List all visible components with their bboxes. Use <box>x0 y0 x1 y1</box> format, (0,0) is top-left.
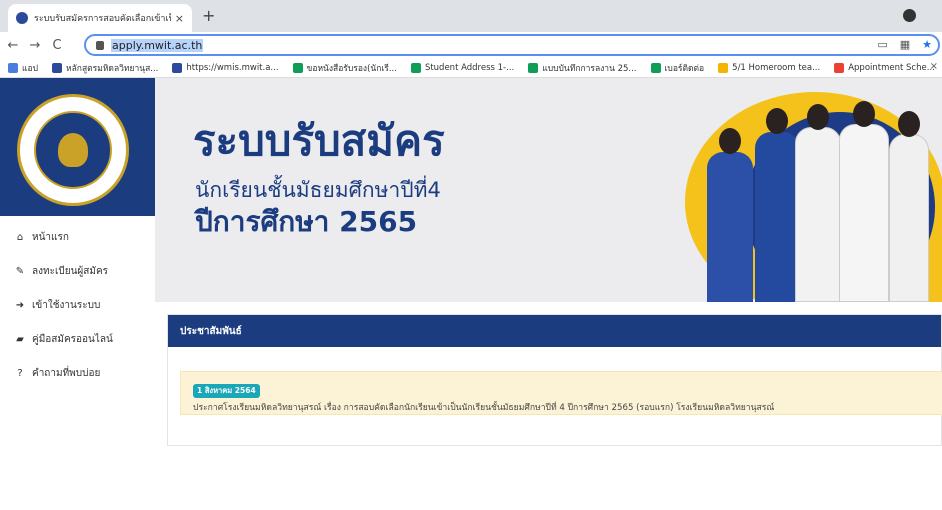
banner-subtitle-year: ปีการศึกษา 2565 <box>195 205 418 238</box>
sidebar-item-label: เข้าใช้งานระบบ <box>32 299 101 311</box>
cast-icon[interactable]: ▭ <box>877 38 887 51</box>
school-seal-logo[interactable] <box>17 94 129 206</box>
sidebar-item-5[interactable]: ? คำถามที่พบบ่อย <box>0 356 155 390</box>
bookmark-item[interactable]: https://wmis.mwit.a... <box>172 62 279 73</box>
bookmark-label: เบอร์ติดต่อ <box>664 63 705 74</box>
bookmarks-bar: แอป หลักสูตรมหิดลวิทยานุส... https://wmis.… <box>0 58 942 78</box>
new-tab-button[interactable]: + <box>202 6 215 25</box>
sidebar-item-1[interactable]: ⌂ หน้าแรก <box>0 220 155 254</box>
bookmark-item[interactable]: 5/1 Homeroom tea... <box>718 62 821 73</box>
sidebar-item-label: ลงทะเบียนผู้สมัคร <box>32 265 109 277</box>
book-icon: ▰ <box>16 333 24 345</box>
date-badge: 1 สิงหาคม 2564 <box>193 384 260 398</box>
bookmark-icon <box>51 62 62 73</box>
browser-tab[interactable]: ระบบรับสมัครการสอบคัดเลือกเข้าเป็นนั × <box>8 4 192 32</box>
qr-code-icon[interactable]: ▦ <box>900 38 910 51</box>
announcements-heading: ประชาสัมพันธ์ <box>168 315 941 347</box>
bookmark-label: ขอหนังสือรับรอง(นักเรี... <box>306 63 397 74</box>
announcement-item[interactable]: 1 สิงหาคม 2564 ประกาศโรงเรียนมหิดลวิทยาน… <box>180 371 942 415</box>
sign-in-icon: ➜ <box>15 299 25 311</box>
banner-title: ระบบรับสมัคร <box>193 116 445 165</box>
hero-banner: ระบบรับสมัคร นักเรียนชั้นมัธยมศึกษาปีที่… <box>155 78 942 302</box>
address-bar[interactable]: apply.mwit.ac.th ▭ ▦ ★ <box>84 34 940 56</box>
tab-bar: ระบบรับสมัครการสอบคัดเลือกเข้าเป็นนั × + <box>0 0 942 32</box>
bookmark-label: Appointment Sche... <box>848 62 935 73</box>
bookmark-icon <box>718 62 729 73</box>
tab-title: ระบบรับสมัครการสอบคัดเลือกเข้าเป็นนั <box>34 14 171 24</box>
announcement-link[interactable]: ประกาศโรงเรียนมหิดลวิทยานุสรณ์ เรื่อง กา… <box>193 400 930 414</box>
bookmark-item[interactable]: หลักสูตรมหิดลวิทยานุส... <box>51 61 159 75</box>
reload-button[interactable]: C <box>48 38 66 53</box>
mwit-favicon-icon <box>16 12 28 24</box>
pencil-icon: ✎ <box>15 265 25 277</box>
lock-icon <box>96 40 104 50</box>
bookmark-item[interactable]: Appointment Sche... <box>834 62 935 73</box>
tab-close-icon[interactable]: × <box>175 12 184 25</box>
bookmark-label: Student Address 1-... <box>424 62 515 73</box>
announcements-panel: ประชาสัมพันธ์ 1 สิงหาคม 2564 ประกาศโรงเร… <box>167 314 942 446</box>
bookmark-label: https://wmis.mwit.a... <box>186 62 279 73</box>
bookmark-icon <box>528 62 539 73</box>
bookmark-label: 5/1 Homeroom tea... <box>732 62 821 73</box>
bookmark-icon <box>292 62 303 73</box>
bookmark-label: แบบบันทึกการลงาน 25... <box>542 63 637 74</box>
sidebar-item-label: คู่มือสมัครออนไลน์ <box>32 333 113 345</box>
bookmark-icon <box>834 62 845 73</box>
browser-toolbar: ← → C apply.mwit.ac.th ▭ ▦ ★ <box>0 32 942 58</box>
sidebar-item-2[interactable]: ✎ ลงทะเบียนผู้สมัคร <box>0 254 155 288</box>
bookmark-item[interactable]: Student Address 1-... <box>410 62 515 73</box>
student-figure <box>707 128 753 302</box>
sidebar-item-label: คำถามที่พบบ่อย <box>32 367 101 379</box>
bookmark-icon <box>8 62 18 73</box>
back-button[interactable]: ← <box>4 38 22 53</box>
bookmark-item[interactable]: แบบบันทึกการลงาน 25... <box>528 61 637 75</box>
bookmark-icon <box>410 62 421 73</box>
student-figure <box>795 104 841 302</box>
bookmark-icon <box>172 62 183 73</box>
sidebar-item-4[interactable]: ▰ คู่มือสมัครออนไลน์ <box>0 322 155 356</box>
bookmark-star-icon[interactable]: ★ <box>922 38 932 51</box>
sidebar-menu: ⌂ หน้าแรก ✎ ลงทะเบียนผู้สมัคร ➜ เข้าใช้งานระบ… <box>0 220 155 390</box>
sidebar-item-3[interactable]: ➜ เข้าใช้งานระบบ <box>0 288 155 322</box>
bookmark-item[interactable]: ขอหนังสือรับรอง(นักเรี... <box>292 61 397 75</box>
sidebar-item-label: หน้าแรก <box>32 231 69 243</box>
school-logo-panel <box>0 78 155 216</box>
home-icon: ⌂ <box>16 231 24 243</box>
forward-button[interactable]: → <box>26 38 44 53</box>
student-figure <box>839 101 889 302</box>
url-text[interactable]: apply.mwit.ac.th <box>111 38 204 52</box>
bookmark-item[interactable]: เบอร์ติดต่อ <box>650 61 705 75</box>
sidebar: ⌂ หน้าแรก ✎ ลงทะเบียนผู้สมัคร ➜ เข้าใช้งานระบ… <box>0 78 155 510</box>
bookmark-label: แอป <box>22 63 38 74</box>
student-figure <box>755 108 799 302</box>
bookmark-item[interactable]: แอป <box>8 61 38 75</box>
question-circle-icon: ? <box>17 367 23 379</box>
student-figure <box>889 111 929 302</box>
bookmark-label: หลักสูตรมหิดลวิทยานุส... <box>65 63 159 74</box>
profile-icon[interactable] <box>903 9 916 22</box>
bookmark-icon <box>650 62 661 73</box>
bookmarks-close-icon[interactable]: × <box>930 61 938 72</box>
